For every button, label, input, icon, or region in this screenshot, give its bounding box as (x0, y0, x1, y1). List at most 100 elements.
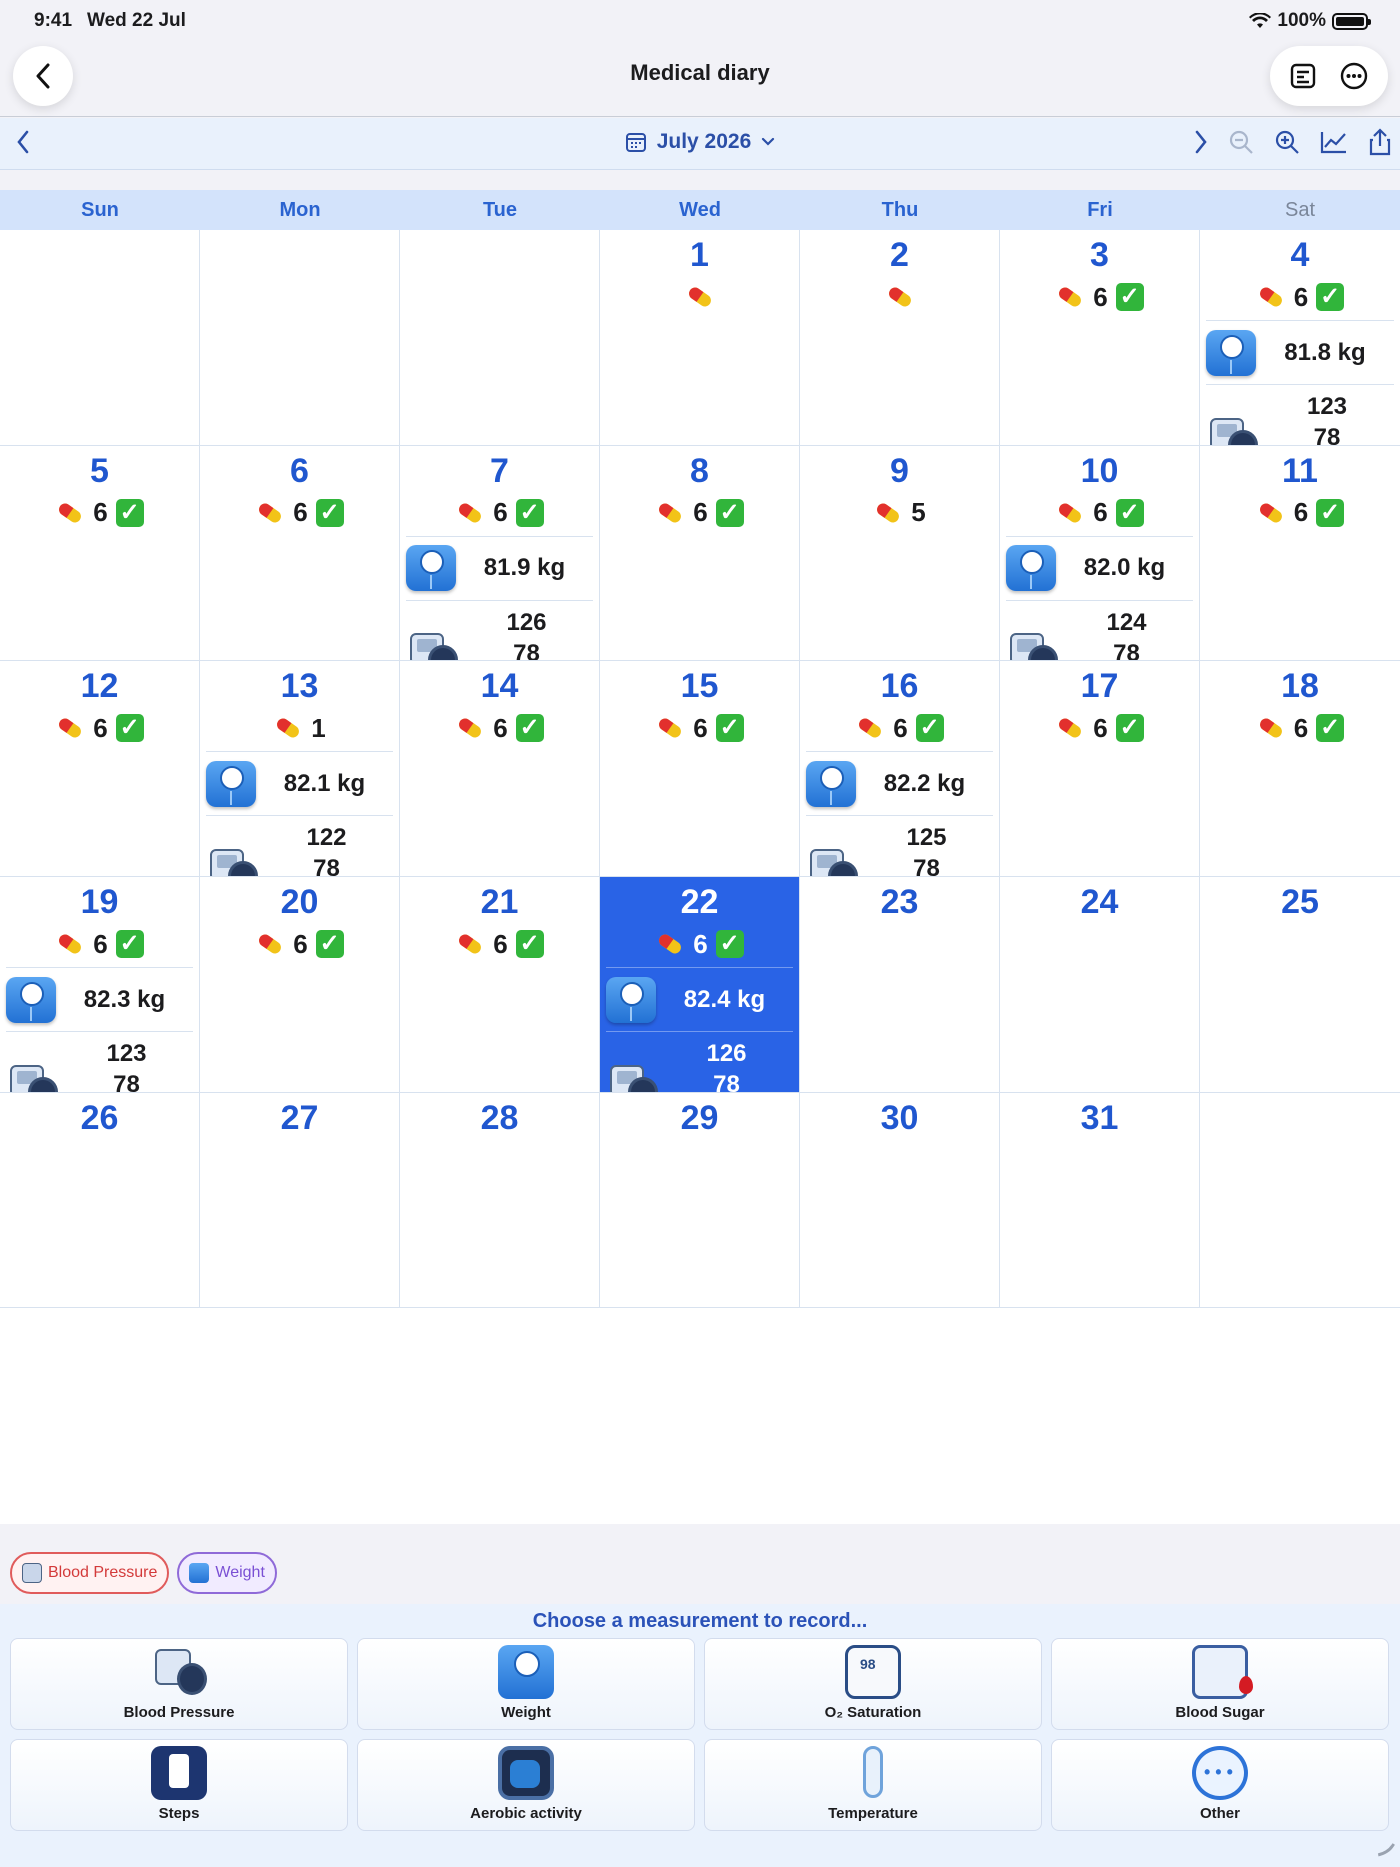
legend-blood-pressure[interactable]: Blood Pressure (10, 1552, 170, 1594)
medication-count: 6 (93, 928, 108, 959)
weight-value: 81.8 kg (1284, 338, 1366, 366)
medication-row: 6 ✓ (1200, 282, 1400, 312)
chart-icon[interactable] (1320, 130, 1348, 154)
day-cell-31[interactable]: 31 (1000, 1092, 1200, 1309)
page-title: Medical diary (630, 60, 770, 85)
day-cell-3[interactable]: 3 6 ✓ (1000, 230, 1200, 446)
blood-pressure-icon (1206, 412, 1260, 445)
day-cell-24[interactable]: 24 (1000, 877, 1200, 1093)
medication-count: 6 (693, 497, 708, 528)
day-cell-25[interactable]: 25 (1200, 877, 1400, 1093)
zoom-in-icon[interactable] (1274, 129, 1300, 155)
day-cell-18[interactable]: 18 6 ✓ (1200, 661, 1400, 877)
day-number: 13 (280, 667, 319, 706)
next-month-icon[interactable] (1194, 130, 1208, 154)
day-cell-17[interactable]: 17 6 ✓ (1000, 661, 1200, 877)
day-cell-27[interactable]: 27 (200, 1092, 400, 1309)
checkmark-icon: ✓ (315, 498, 344, 527)
record-blood-pressure-button[interactable]: Blood Pressure (10, 1638, 348, 1730)
weight-entry[interactable]: 82.1 kg (206, 751, 393, 809)
checkmark-icon: ✓ (915, 714, 944, 743)
blood-pressure-entry[interactable]: 12478♥68 (1006, 599, 1193, 661)
day-cell-10[interactable]: 10 6✓ 82.0 kg 12478♥68 (1000, 445, 1200, 662)
legend-weight[interactable]: Weight (177, 1552, 277, 1594)
medication-count: 6 (693, 928, 708, 959)
chevron-down-icon (762, 137, 775, 146)
medication-row: 6 ✓ (0, 497, 199, 528)
day-cell-4[interactable]: 4 6✓ 81.8 kg 12378♥66 (1200, 230, 1400, 446)
record-blood-sugar-button[interactable]: Blood Sugar (1051, 1638, 1389, 1730)
record-aerobic-activity-button[interactable]: Aerobic activity (357, 1739, 695, 1831)
record-temperature-button[interactable]: Temperature (704, 1739, 1042, 1831)
day-cell-19[interactable]: 19 6✓ 82.3 kg 12378♥65 (0, 877, 200, 1093)
day-cell-12[interactable]: 12 6 ✓ (0, 661, 200, 877)
weight-entry[interactable]: 82.4 kg (606, 967, 793, 1025)
checkmark-icon: ✓ (715, 930, 744, 958)
pill-icon (888, 287, 911, 307)
pill-icon (59, 718, 82, 738)
blood-pressure-icon (806, 843, 860, 877)
empty-day-cell (1200, 1093, 1400, 1309)
month-selector[interactable]: July 2026 (0, 130, 1400, 154)
day-number: 4 (1290, 236, 1310, 274)
day-number: 1 (690, 236, 709, 274)
scale-icon (498, 1645, 554, 1699)
day-cell-16[interactable]: 16 6✓ 82.2 kg 12578♥66 (800, 661, 1000, 877)
scale-icon (806, 760, 856, 807)
weight-entry[interactable]: 82.0 kg (1006, 535, 1193, 594)
blood-pressure-icon (22, 1563, 42, 1583)
blood-pressure-entry[interactable]: 12278♥67 (206, 815, 393, 877)
day-number: 24 (1080, 883, 1119, 921)
day-cell-23[interactable]: 23 (800, 877, 1000, 1093)
legend: Blood Pressure Weight (10, 1552, 277, 1594)
pill-icon (1259, 718, 1282, 738)
legend-bp-label: Blood Pressure (48, 1564, 158, 1581)
day-cell-20[interactable]: 20 6 ✓ (200, 877, 400, 1093)
share-icon[interactable] (1368, 128, 1392, 156)
app: 9:41 Wed 22 Jul 100% Medical diary July … (0, 0, 1400, 1867)
more-icon[interactable] (1339, 61, 1369, 91)
day-cell-11[interactable]: 11 6 ✓ (1200, 446, 1400, 662)
day-cell-26[interactable]: 26 (0, 1092, 200, 1309)
day-cell-7[interactable]: 7 6✓ 81.9 kg 12678♥65 (400, 445, 600, 662)
blood-pressure-entry[interactable]: 12578♥66 (806, 815, 993, 877)
day-cell-13[interactable]: 13 1 82.1 kg 12278♥67 (200, 661, 400, 877)
medication-row (600, 282, 799, 312)
scale-icon (206, 760, 256, 807)
blood-pressure-icon (606, 1059, 660, 1092)
day-cell-6[interactable]: 6 6 ✓ (200, 445, 400, 662)
day-cell-5[interactable]: 5 6 ✓ (0, 445, 200, 662)
systolic-value: 123 (106, 1040, 147, 1067)
day-cell-22[interactable]: 22 6✓ 82.4 kg 12678♥68 (600, 877, 800, 1093)
day-number: 15 (680, 667, 719, 706)
day-number: 17 (1080, 667, 1119, 706)
day-cell-9[interactable]: 95 (800, 445, 1000, 662)
blood-pressure-entry[interactable]: 12378♥65 (6, 1031, 193, 1092)
zoom-out-icon[interactable] (1228, 129, 1254, 155)
report-icon[interactable] (1289, 62, 1317, 90)
blood-pressure-entry[interactable]: 12378♥66 (1206, 384, 1394, 445)
day-cell-2[interactable]: 2 (800, 230, 1000, 446)
weight-entry[interactable]: 81.8 kg (1206, 320, 1394, 378)
bp-values: 12578♥66 (860, 822, 993, 876)
day-cell-29[interactable]: 29 (600, 1092, 800, 1309)
day-cell-15[interactable]: 15 6 ✓ (600, 661, 800, 877)
weight-entry[interactable]: 81.9 kg (406, 535, 593, 594)
blood-pressure-entry[interactable]: 12678♥65 (406, 599, 593, 661)
record-steps-button[interactable]: Steps (10, 1739, 348, 1831)
blood-pressure-entry[interactable]: 12678♥68 (606, 1031, 793, 1092)
record-o-saturation-button[interactable]: O₂ Saturation (704, 1638, 1042, 1730)
day-cell-8[interactable]: 8 6 ✓ (600, 445, 800, 662)
day-cell-21[interactable]: 21 6 ✓ (400, 877, 600, 1093)
record-weight-button[interactable]: Weight (357, 1638, 695, 1730)
day-cell-14[interactable]: 14 6 ✓ (400, 661, 600, 877)
day-cell-30[interactable]: 30 (800, 1092, 1000, 1309)
record-other-button[interactable]: Other (1051, 1739, 1389, 1831)
day-cell-28[interactable]: 28 (400, 1092, 600, 1309)
day-cell-1[interactable]: 1 (600, 230, 800, 446)
weight-entry[interactable]: 82.2 kg (806, 751, 993, 809)
tile-label: Blood Sugar (1175, 1704, 1265, 1721)
medication-count: 1 (311, 712, 326, 743)
weight-entry[interactable]: 82.3 kg (6, 967, 193, 1025)
day-number: 10 (1080, 451, 1119, 490)
